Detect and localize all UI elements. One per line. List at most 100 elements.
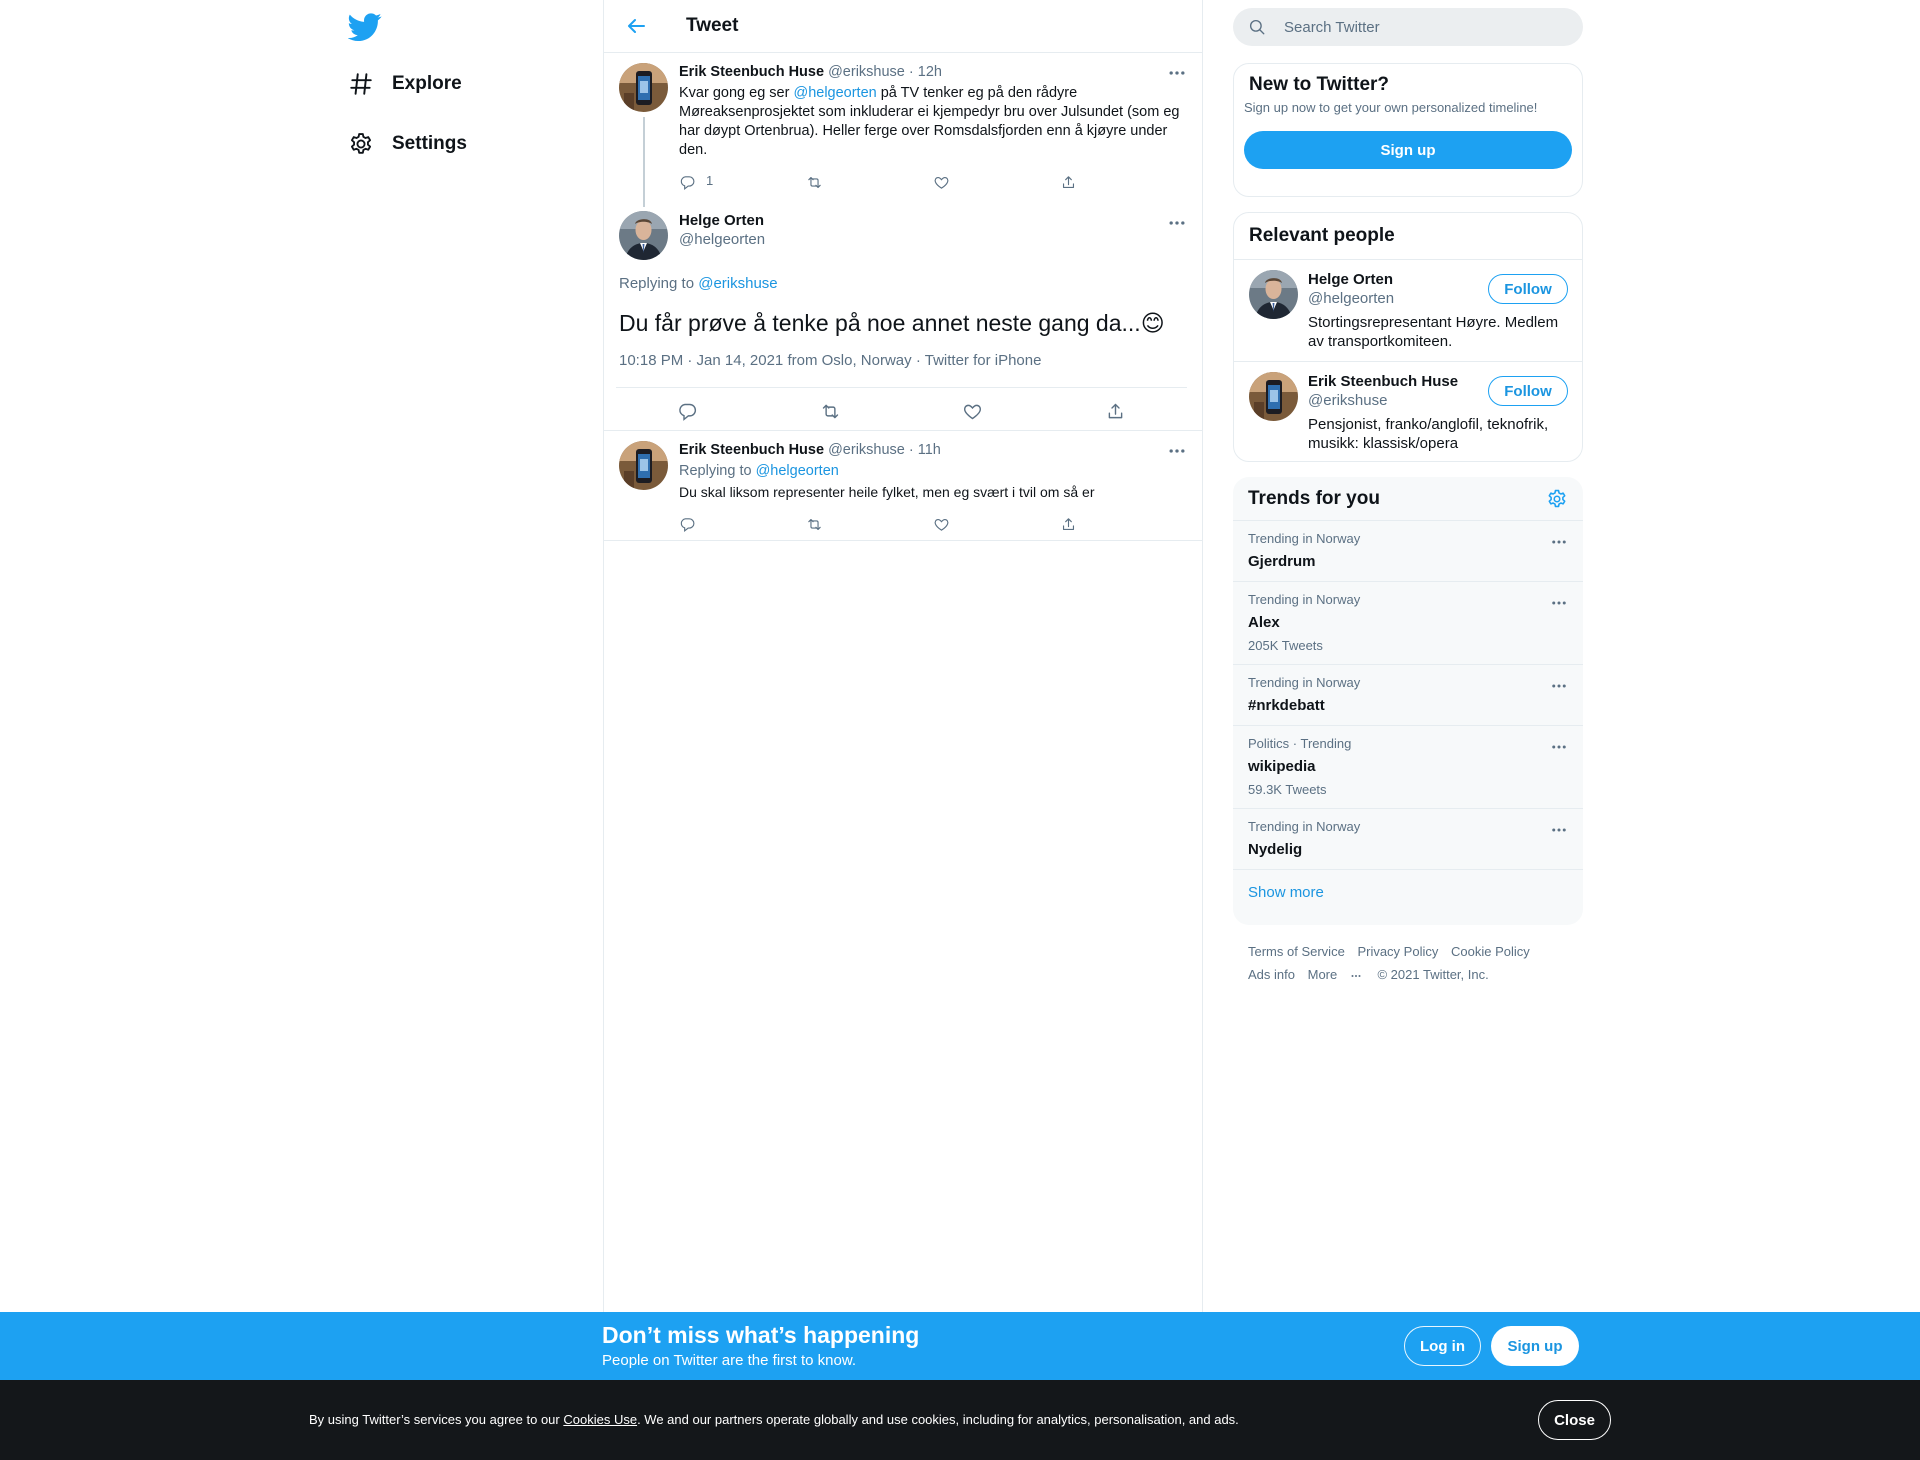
terms-link[interactable]: Terms of Service <box>1248 944 1345 959</box>
like-icon <box>933 516 950 533</box>
more-icon[interactable] <box>1550 677 1568 695</box>
sign-up-button[interactable]: Sign up <box>1491 1326 1579 1366</box>
reply-tweet[interactable]: Erik Steenbuch Huse @erikshuse · 11h Rep… <box>604 431 1202 541</box>
trend-item[interactable]: Politics · Trending wikipedia 59.3K Twee… <box>1233 726 1583 809</box>
avatar[interactable] <box>619 211 668 260</box>
reply-icon <box>679 174 696 191</box>
page-title: Tweet <box>686 15 739 36</box>
author-name[interactable]: Erik Steenbuch Huse <box>679 442 824 458</box>
cookie-text-part: By using Twitter’s services you agree to… <box>309 1412 564 1427</box>
more-icon[interactable] <box>1550 533 1568 551</box>
avatar[interactable] <box>1249 270 1298 319</box>
tweet-location[interactable]: from Oslo, Norway <box>787 352 911 369</box>
more-icon[interactable] <box>1167 63 1187 83</box>
author-handle[interactable]: @erikshuse <box>828 442 905 458</box>
more-icon[interactable] <box>1167 213 1187 233</box>
more-icon[interactable] <box>1550 821 1568 839</box>
trend-name: Alex <box>1248 614 1280 631</box>
trends-title: Trends for you <box>1248 487 1380 509</box>
tweet-source[interactable]: Twitter for iPhone <box>925 352 1042 369</box>
trend-context: Trending in Norway <box>1248 675 1361 690</box>
parent-tweet[interactable]: Erik Steenbuch Huse @erikshuse · 12h Kva… <box>604 53 1202 207</box>
trend-name: #nrkdebatt <box>1248 697 1325 714</box>
retweet-button[interactable] <box>806 174 933 191</box>
trend-context: Politics · Trending <box>1248 736 1352 751</box>
mention-link[interactable]: @erikshuse <box>698 275 777 292</box>
tweet-actions: 1 <box>679 164 1187 200</box>
reply-icon[interactable] <box>677 401 698 422</box>
privacy-link[interactable]: Privacy Policy <box>1357 944 1438 959</box>
reply-button[interactable]: 1 <box>679 173 806 191</box>
more-link[interactable]: More <box>1308 967 1362 982</box>
settings-gear-icon[interactable] <box>1546 488 1568 510</box>
tweet-text-part: Kvar gong eg ser <box>679 85 794 101</box>
back-arrow-icon[interactable] <box>624 14 648 38</box>
signup-card-subtitle: Sign up now to get your own personalized… <box>1244 100 1538 115</box>
reply-button[interactable] <box>679 516 806 533</box>
author-name[interactable]: Helge Orten <box>679 211 1187 230</box>
trend-name: Gjerdrum <box>1248 553 1316 570</box>
tweet-time[interactable]: 12h <box>918 64 942 80</box>
mention-link[interactable]: @helgeorten <box>756 463 839 479</box>
trend-item[interactable]: Trending in Norway Gjerdrum <box>1233 521 1583 582</box>
share-button[interactable] <box>1060 174 1187 191</box>
gear-icon <box>350 133 372 154</box>
trend-context: Trending in Norway <box>1248 819 1361 834</box>
person-helge-orten[interactable]: Helge Orten @helgeorten Stortingsreprese… <box>1234 259 1582 361</box>
tweet-text-part: Du får prøve å tenke på noe annet neste … <box>619 310 1141 336</box>
cookie-policy-link[interactable]: Cookie Policy <box>1451 944 1530 959</box>
nav-explore[interactable]: Explore <box>348 64 462 104</box>
share-button[interactable] <box>1060 516 1187 533</box>
trend-item[interactable]: Trending in Norway Alex 205K Tweets <box>1233 582 1583 665</box>
author-handle[interactable]: @helgeorten <box>679 230 1187 249</box>
replying-to: Replying to @helgeorten <box>679 462 1187 481</box>
avatar[interactable] <box>1249 372 1298 421</box>
nav-settings[interactable]: Settings <box>348 124 467 164</box>
follow-button[interactable]: Follow <box>1488 376 1568 406</box>
close-button[interactable]: Close <box>1538 1400 1611 1440</box>
main-tweet: Helge Orten @helgeorten Replying to @eri… <box>604 203 1202 431</box>
more-icon[interactable] <box>1167 441 1187 461</box>
retweet-icon[interactable] <box>820 401 841 422</box>
cookie-banner: By using Twitter’s services you agree to… <box>0 1380 1920 1460</box>
reply-icon <box>679 516 696 533</box>
retweet-icon <box>806 174 823 191</box>
cookie-text-part: . We and our partners operate globally a… <box>637 1412 1239 1427</box>
show-more-link[interactable]: Show more <box>1233 870 1583 915</box>
trend-count: 59.3K Tweets <box>1248 782 1327 797</box>
banner-title: Don’t miss what’s happening <box>602 1322 920 1348</box>
ads-info-link[interactable]: Ads info <box>1248 967 1295 982</box>
signup-card: New to Twitter? Sign up now to get your … <box>1233 63 1583 197</box>
mention-link[interactable]: @helgeorten <box>793 85 876 101</box>
search-input[interactable] <box>1284 18 1554 36</box>
tweet-timestamp[interactable]: 10:18 PM · Jan 14, 2021 <box>619 352 783 369</box>
search-box[interactable] <box>1233 8 1583 46</box>
like-icon[interactable] <box>962 401 983 422</box>
person-erik-steenbuch-huse[interactable]: Erik Steenbuch Huse @erikshuse Pensjonis… <box>1234 361 1582 461</box>
sign-up-button[interactable]: Sign up <box>1244 131 1572 169</box>
follow-button[interactable]: Follow <box>1488 274 1568 304</box>
trend-item[interactable]: Trending in Norway Nydelig <box>1233 809 1583 870</box>
retweet-button[interactable] <box>806 516 933 533</box>
avatar[interactable] <box>619 63 668 112</box>
trend-context: Trending in Norway <box>1248 592 1361 607</box>
share-icon <box>1060 174 1077 191</box>
more-icon[interactable] <box>1550 738 1568 756</box>
like-button[interactable] <box>933 174 1060 191</box>
share-icon[interactable] <box>1105 401 1126 422</box>
tweet-time[interactable]: 11h <box>918 442 941 458</box>
author-name[interactable]: Erik Steenbuch Huse <box>679 64 824 80</box>
avatar[interactable] <box>619 441 668 490</box>
tweet-column: Tweet Erik Steenbuch Huse @erikshuse · 1… <box>603 0 1203 1312</box>
cookies-use-link[interactable]: Cookies Use <box>563 1412 637 1427</box>
tweet-actions <box>616 387 1187 435</box>
log-in-button[interactable]: Log in <box>1404 1326 1481 1366</box>
author-handle[interactable]: @erikshuse <box>828 64 905 80</box>
trend-item[interactable]: Trending in Norway #nrkdebatt <box>1233 665 1583 726</box>
trend-name: wikipedia <box>1248 758 1316 775</box>
nav-settings-label: Settings <box>392 133 467 154</box>
twitter-logo-icon[interactable] <box>348 10 382 44</box>
tweet-meta: 10:18 PM · Jan 14, 2021 from Oslo, Norwa… <box>619 352 1042 369</box>
like-button[interactable] <box>933 516 1060 533</box>
more-icon[interactable] <box>1550 594 1568 612</box>
